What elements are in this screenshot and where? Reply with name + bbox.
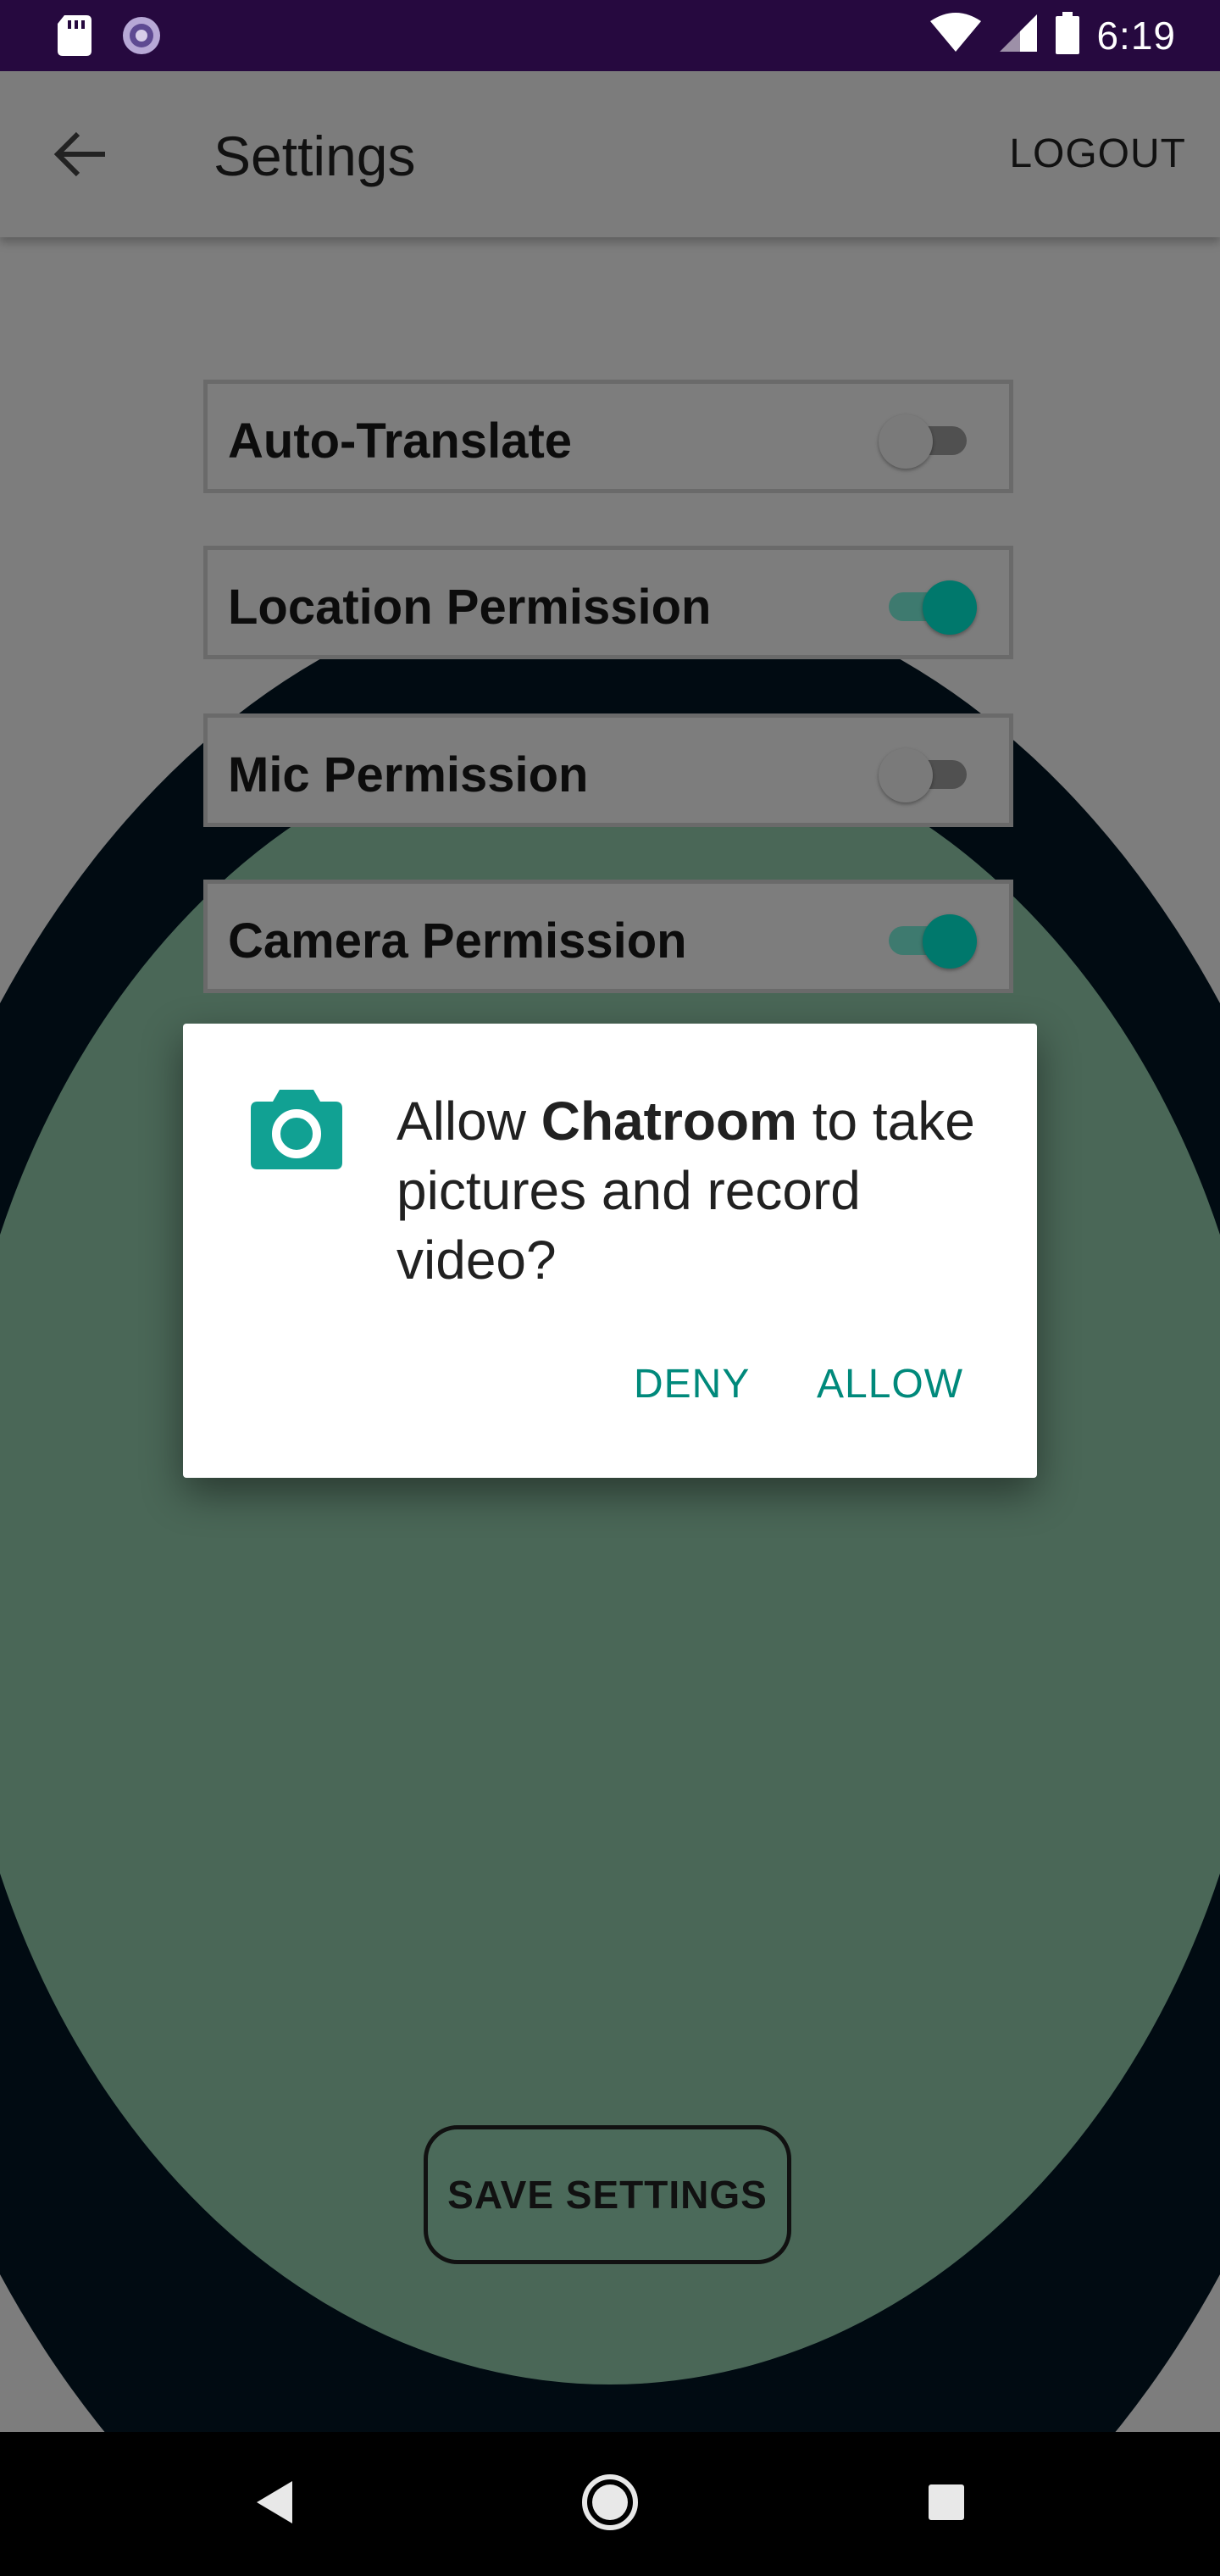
setting-row-mic-permission: Mic Permission: [203, 713, 1013, 827]
dialog-message: Allow Chatroom to take pictures and reco…: [396, 1086, 990, 1295]
switch-thumb: [879, 748, 933, 802]
switch-thumb: [923, 914, 977, 969]
deny-button[interactable]: DENY: [634, 1361, 750, 1407]
recents-square-icon: [928, 2484, 965, 2525]
permission-dialog: Allow Chatroom to take pictures and reco…: [183, 1024, 1037, 1478]
dialog-app-name: Chatroom: [541, 1091, 797, 1152]
switch-thumb: [923, 580, 977, 635]
signal-icon: [998, 13, 1039, 58]
setting-row-camera-permission: Camera Permission: [203, 880, 1013, 993]
setting-label: Auto-Translate: [228, 414, 573, 469]
nav-recents-button[interactable]: [908, 2466, 984, 2542]
setting-label: Location Permission: [228, 580, 712, 635]
nav-home-button[interactable]: [572, 2466, 648, 2542]
save-settings-button[interactable]: SAVE SETTINGS: [424, 2125, 791, 2264]
home-circle-icon: [580, 2473, 640, 2536]
auto-translate-switch[interactable]: [879, 414, 977, 469]
sd-card-icon: [58, 15, 92, 60]
setting-label: Camera Permission: [228, 913, 687, 969]
camera-icon: [251, 1083, 342, 1169]
back-triangle-icon: [253, 2479, 294, 2529]
app-toolbar: Settings LOGOUT: [0, 71, 1220, 237]
battery-icon: [1056, 12, 1080, 58]
switch-thumb: [879, 414, 933, 469]
status-bar: 6:19: [0, 0, 1220, 71]
logout-button[interactable]: LOGOUT: [1009, 130, 1186, 177]
wifi-icon: [930, 13, 982, 58]
setting-row-auto-translate: Auto-Translate: [203, 380, 1013, 493]
loading-icon: [120, 14, 163, 61]
setting-row-location-permission: Location Permission: [203, 546, 1013, 659]
camera-permission-switch[interactable]: [879, 914, 977, 969]
page-title: Settings: [214, 125, 416, 187]
setting-label: Mic Permission: [228, 747, 589, 802]
back-button[interactable]: [44, 120, 115, 192]
status-time: 6:19: [1096, 13, 1176, 58]
allow-button[interactable]: ALLOW: [817, 1361, 963, 1407]
dialog-message-prefix: Allow: [396, 1091, 541, 1152]
arrow-left-icon: [53, 130, 107, 182]
navigation-bar: [0, 2432, 1220, 2576]
nav-back-button[interactable]: [236, 2466, 312, 2542]
mic-permission-switch[interactable]: [879, 748, 977, 802]
location-permission-switch[interactable]: [879, 580, 977, 635]
